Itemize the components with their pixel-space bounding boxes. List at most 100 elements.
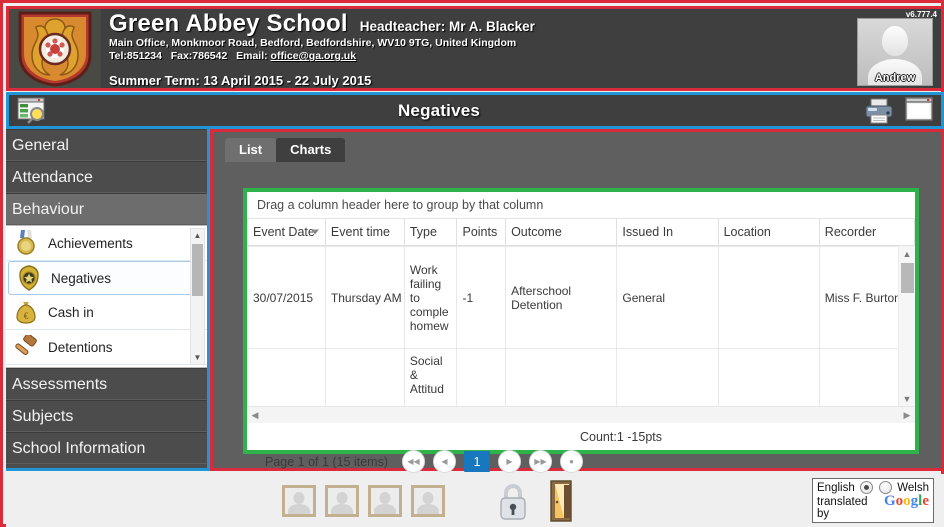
student-photo-3[interactable]	[367, 484, 402, 517]
pager-next-button[interactable]: ▶	[497, 450, 521, 473]
scroll-left-icon[interactable]: ◀	[247, 407, 263, 423]
school-name: Green Abbey School	[109, 10, 348, 37]
column-header-location[interactable]: Location	[717, 219, 820, 246]
footer-toolbar: English Welsh translated by Google	[6, 474, 944, 527]
pager-page-info: Page 1 of 1 (15 items)	[265, 454, 388, 469]
cell-location[interactable]	[717, 246, 820, 349]
printer-icon[interactable]	[863, 97, 897, 125]
pager-prev-button[interactable]: ◀	[432, 450, 456, 473]
column-header-issued-in[interactable]: Issued In	[616, 219, 719, 246]
translated-by-label: translated by	[817, 496, 868, 520]
cell-outcome[interactable]: Afterschool Detention	[505, 246, 618, 349]
scroll-down-icon[interactable]: ▼	[899, 391, 915, 406]
grid-horizontal-scrollbar[interactable]: ◀ ▶	[247, 406, 915, 423]
fax-label: Fax:786542	[170, 50, 228, 63]
cell-type[interactable]: Social & Attitud	[403, 348, 458, 406]
cell-event-date[interactable]	[247, 348, 326, 406]
cell-outcome[interactable]	[505, 348, 618, 406]
pager-refresh-button[interactable]: ●	[559, 450, 583, 473]
school-contact: Tel:851234 Fax:786542 Email: office@ga.o…	[109, 50, 849, 62]
person-head-icon	[379, 491, 390, 504]
cell-type[interactable]: Work failing to comple homew	[403, 246, 458, 349]
submenu-label: Negatives	[51, 270, 112, 286]
cell-location[interactable]	[717, 348, 820, 406]
scroll-right-icon[interactable]: ▶	[899, 407, 915, 423]
radio-english[interactable]	[860, 481, 874, 494]
content-tabs: List Charts	[213, 132, 941, 162]
sidebar-item-assessments[interactable]: Assessments	[6, 368, 207, 400]
sidebar-item-detentions[interactable]: Detentions	[6, 330, 207, 365]
cell-issued-in[interactable]: General	[616, 246, 719, 349]
email-link[interactable]: office@ga.org.uk	[271, 50, 357, 62]
titlebar-left-icon-slot[interactable]	[9, 97, 55, 124]
pager-first-button[interactable]: ◀◀	[401, 450, 425, 473]
window-search-icon	[17, 97, 45, 124]
student-photo-4[interactable]	[410, 484, 445, 517]
scroll-down-icon[interactable]: ▼	[191, 351, 204, 364]
monitor-icon[interactable]	[905, 97, 933, 124]
sidebar-item-cash-in[interactable]: € Cash in	[6, 295, 207, 330]
school-address: Main Office, Monkmoor Road, Bedford, Bed…	[109, 37, 517, 50]
column-header-points[interactable]: Points	[456, 219, 507, 246]
column-header-recorder[interactable]: Recorder	[818, 219, 916, 246]
person-body-icon	[416, 503, 439, 514]
medal-icon	[12, 229, 40, 257]
school-header: Green Abbey School Headteacher: Mr A. Bl…	[6, 6, 944, 91]
sidebar-item-school-information[interactable]: School Information	[6, 432, 207, 464]
google-letter: e	[922, 493, 929, 509]
pager-page-1[interactable]: 1	[463, 451, 490, 472]
crest-icon	[18, 11, 92, 87]
submenu-label: Achievements	[48, 235, 133, 251]
language-selector: English Welsh translated by Google	[812, 478, 934, 523]
sort-descending-icon[interactable]	[310, 229, 319, 235]
column-header-type[interactable]: Type	[403, 219, 458, 246]
cell-event-time[interactable]	[324, 348, 405, 406]
scrollbar-thumb[interactable]	[192, 244, 203, 296]
submenu-label: Cash in	[48, 304, 94, 320]
user-avatar[interactable]: Andrew	[857, 18, 933, 86]
money-bag-icon: €	[12, 299, 40, 325]
scroll-up-icon[interactable]: ▲	[191, 229, 204, 242]
grid-header-row: Event Date Event time Type Points Outcom…	[247, 219, 916, 246]
cell-issued-in[interactable]	[616, 348, 719, 406]
translated-by-row: translated by Google	[817, 493, 929, 521]
sidebar-item-attendance[interactable]: Attendance	[6, 161, 207, 193]
google-letter: G	[883, 493, 896, 509]
sidebar-item-subjects[interactable]: Subjects	[6, 400, 207, 432]
person-body-icon	[373, 503, 396, 514]
scrollbar-thumb[interactable]	[901, 263, 914, 293]
cell-points[interactable]	[456, 348, 507, 406]
scroll-up-icon[interactable]: ▲	[899, 246, 915, 261]
group-by-dropzone[interactable]: Drag a column header here to group by th…	[247, 192, 915, 219]
pager-last-button[interactable]: ▶▶	[528, 450, 552, 473]
cell-points[interactable]: -1	[456, 246, 507, 349]
tab-list[interactable]: List	[225, 138, 277, 162]
grid-vertical-scrollbar[interactable]: ▲ ▼	[898, 246, 915, 406]
google-letter: o	[903, 493, 911, 509]
content-panel: List Charts Drag a column header here to…	[210, 129, 944, 473]
cell-event-time[interactable]: Thursday AM	[324, 246, 405, 349]
sidebar-item-general[interactable]: General	[6, 129, 207, 161]
sidebar-item-achievements[interactable]: Achievements	[6, 226, 207, 261]
column-header-event-time[interactable]: Event time	[324, 219, 405, 246]
student-photo-2[interactable]	[324, 484, 359, 517]
submenu-label: Detentions	[48, 339, 113, 355]
email-label: Email:	[236, 50, 268, 63]
student-photo-1[interactable]	[281, 484, 316, 517]
tab-charts[interactable]: Charts	[276, 138, 346, 162]
cell-event-date[interactable]: 30/07/2015	[247, 246, 326, 349]
padlock-icon[interactable]	[496, 480, 530, 522]
person-head-icon	[422, 491, 433, 504]
sidebar-item-negatives[interactable]: Negatives	[8, 261, 193, 295]
exit-door-icon[interactable]	[545, 479, 577, 522]
submenu-scrollbar[interactable]: ▲ ▼	[190, 228, 205, 365]
sidebar-item-behaviour[interactable]: Behaviour	[6, 193, 207, 225]
avatar-head-icon	[882, 26, 908, 56]
headteacher-label: Headteacher: Mr A. Blacker	[359, 19, 535, 34]
grid-body: 30/07/2015 Thursday AM Work failing to c…	[247, 246, 915, 406]
radio-welsh[interactable]	[878, 481, 892, 494]
column-label: Event Date	[253, 225, 315, 239]
person-head-icon	[336, 491, 347, 504]
column-header-event-date[interactable]: Event Date	[247, 219, 326, 246]
column-header-outcome[interactable]: Outcome	[505, 219, 618, 246]
